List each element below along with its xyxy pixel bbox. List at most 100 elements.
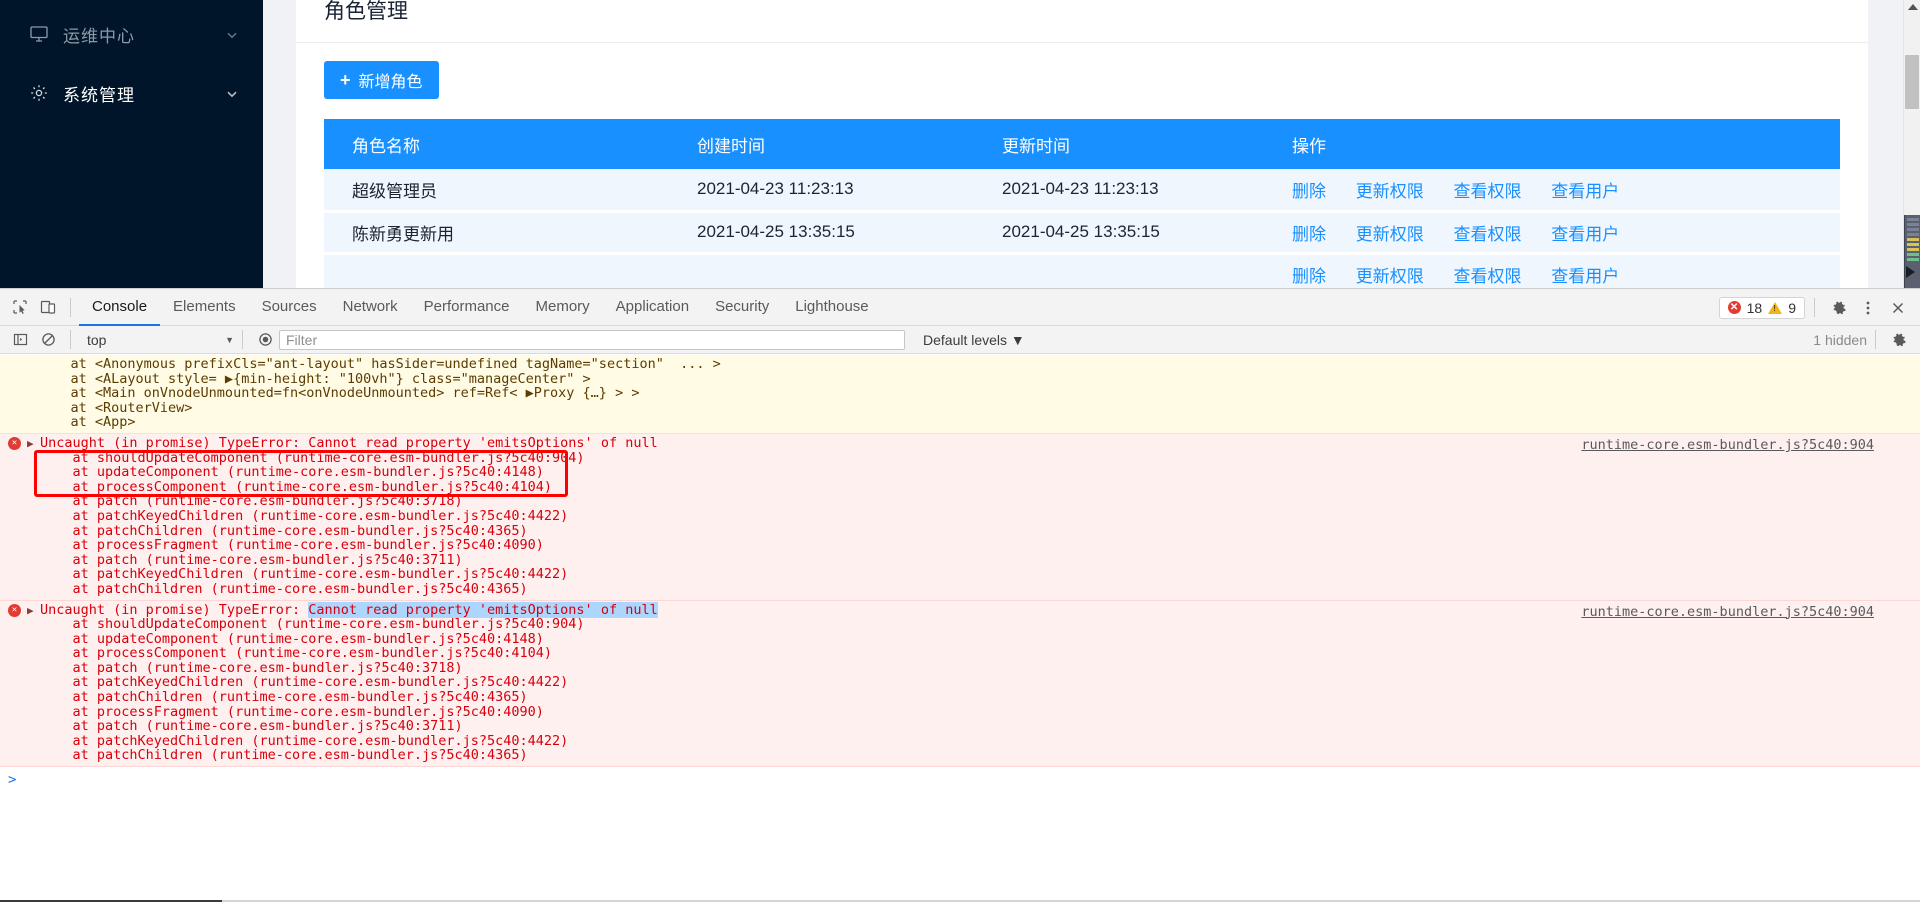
view-permission-link[interactable]: 查看权限 bbox=[1453, 225, 1521, 244]
table-header-row: 角色名称 创建时间 更新时间 操作 bbox=[324, 119, 1840, 169]
warning-stack-line: at <ALayout style= ▶{min-height: "100vh"… bbox=[38, 370, 591, 387]
role-management-card: 角色管理 + 新增角色 角色名称 创建时间 更新时间 操作 超级管理员 2021… bbox=[296, 0, 1868, 288]
error-stack-line: at patch (runtime-core.esm-bundler.js?5c… bbox=[40, 551, 463, 568]
error-stack-line: at processFragment (runtime-core.esm-bun… bbox=[40, 537, 544, 554]
delete-link[interactable]: 删除 bbox=[1292, 182, 1326, 201]
column-header-operations: 操作 bbox=[1264, 119, 1840, 169]
close-icon[interactable] bbox=[1884, 294, 1912, 322]
inspect-element-icon[interactable] bbox=[6, 293, 34, 321]
tab-network[interactable]: Network bbox=[330, 289, 411, 326]
error-source-link[interactable]: runtime-core.esm-bundler.js?5c40:904 bbox=[1581, 437, 1874, 453]
log-levels-selector[interactable]: Default levels ▼ bbox=[923, 332, 1025, 348]
view-permission-link[interactable]: 查看权限 bbox=[1453, 182, 1521, 201]
error-count: 18 bbox=[1746, 299, 1763, 316]
cell-created-time: 2021-04-25 13:35:15 bbox=[669, 211, 974, 255]
gear-icon[interactable] bbox=[1824, 294, 1852, 322]
scrollbar-thumb[interactable] bbox=[1905, 55, 1919, 109]
context-label: top bbox=[87, 331, 107, 348]
cell-role-name: 超级管理员 bbox=[324, 169, 669, 213]
delete-link[interactable]: 删除 bbox=[1292, 267, 1326, 286]
warning-icon bbox=[1768, 301, 1783, 314]
tab-console[interactable]: Console bbox=[79, 289, 161, 326]
device-toolbar-icon[interactable] bbox=[34, 293, 62, 321]
toolbar-divider bbox=[242, 330, 243, 349]
error-stack-line: at patchChildren (runtime-core.esm-bundl… bbox=[40, 747, 528, 764]
card-body: + 新增角色 角色名称 创建时间 更新时间 操作 超级管理员 2021-04-2… bbox=[296, 43, 1868, 288]
update-permission-link[interactable]: 更新权限 bbox=[1356, 225, 1424, 244]
error-stack-line: at patchChildren (runtime-core.esm-bundl… bbox=[40, 580, 528, 597]
cell-operations: 删除 更新权限 查看权限 查看用户 bbox=[1264, 211, 1840, 255]
monitor-icon bbox=[28, 23, 50, 45]
update-permission-link[interactable]: 更新权限 bbox=[1356, 182, 1424, 201]
view-users-link[interactable]: 查看用户 bbox=[1551, 225, 1619, 244]
cell-operations: 删除 更新权限 查看权限 查看用户 bbox=[1264, 169, 1840, 213]
console-settings-gear-icon[interactable] bbox=[1884, 326, 1912, 354]
table-row: 陈新勇更新用 2021-04-25 13:35:15 2021-04-25 13… bbox=[324, 211, 1840, 255]
cell-role-name: 陈新勇更新用 bbox=[324, 211, 669, 255]
column-header-role-name: 角色名称 bbox=[324, 119, 669, 169]
cell-updated-time: 2021-04-25 13:35:15 bbox=[974, 211, 1264, 255]
chevron-down-icon: ▼ bbox=[225, 334, 234, 345]
execution-context-selector[interactable]: top ▼ bbox=[79, 330, 234, 350]
delete-link[interactable]: 删除 bbox=[1292, 225, 1326, 244]
tab-elements[interactable]: Elements bbox=[160, 289, 249, 326]
page-title: 角色管理 bbox=[324, 0, 408, 23]
warning-stack-line: at <Main onVnodeUnmounted=fn<onVnodeUnmo… bbox=[38, 385, 640, 402]
sidebar-item-ops-center[interactable]: 运维中心 bbox=[0, 10, 263, 58]
view-users-link[interactable]: 查看用户 bbox=[1551, 267, 1619, 286]
clear-console-icon[interactable] bbox=[34, 326, 62, 354]
error-header: ✕ ▶ Uncaught (in promise) TypeError: Can… bbox=[0, 601, 1920, 764]
warning-stack-line: at <Anonymous prefixCls="ant-layout" has… bbox=[38, 356, 721, 372]
scroll-up-arrow-icon[interactable] bbox=[1908, 4, 1918, 10]
error-title-prefix: Uncaught (in promise) TypeError: bbox=[40, 434, 309, 451]
tab-sources[interactable]: Sources bbox=[249, 289, 330, 326]
error-stack-line: at processComponent (runtime-core.esm-bu… bbox=[40, 645, 553, 662]
chevron-down-icon bbox=[225, 86, 239, 100]
live-expression-eye-icon[interactable] bbox=[251, 326, 279, 354]
sidebar-item-label: 运维中心 bbox=[63, 26, 135, 46]
update-permission-link[interactable]: 更新权限 bbox=[1356, 267, 1424, 286]
view-permission-link[interactable]: 查看权限 bbox=[1453, 267, 1521, 286]
column-header-updated-time: 更新时间 bbox=[974, 119, 1264, 169]
devtools-panel: Console Elements Sources Network Perform… bbox=[0, 288, 1920, 902]
error-stack-line: at patchKeyedChildren (runtime-core.esm-… bbox=[40, 507, 569, 524]
toolbar-divider bbox=[70, 330, 71, 349]
error-stack-line: at patchKeyedChildren (runtime-core.esm-… bbox=[40, 674, 569, 691]
main-content: 角色管理 + 新增角色 角色名称 创建时间 更新时间 操作 超级管理员 2021… bbox=[263, 0, 1920, 288]
console-warning-message[interactable]: at <Anonymous prefixCls="ant-layout" has… bbox=[0, 355, 1920, 434]
console-filter-input[interactable] bbox=[279, 329, 905, 350]
error-stack-line: at shouldUpdateComponent (runtime-core.e… bbox=[40, 616, 585, 633]
toolbar-divider bbox=[70, 297, 71, 317]
console-error-message-2[interactable]: ✕ ▶ Uncaught (in promise) TypeError: Can… bbox=[0, 600, 1920, 768]
sidebar-item-system-management[interactable]: 系统管理 bbox=[0, 69, 263, 117]
error-stack-line: at processFragment (runtime-core.esm-bun… bbox=[40, 703, 544, 720]
tab-lighthouse[interactable]: Lighthouse bbox=[782, 289, 881, 326]
error-stack-line: at patchChildren (runtime-core.esm-bundl… bbox=[40, 522, 528, 539]
plus-icon: + bbox=[340, 70, 351, 90]
error-title-message: Cannot read property 'emitsOptions' of n… bbox=[308, 434, 658, 451]
expand-arrow-icon[interactable]: ▶ bbox=[27, 604, 36, 617]
error-title-prefix: Uncaught (in promise) TypeError: bbox=[40, 601, 309, 618]
error-source-link[interactable]: runtime-core.esm-bundler.js?5c40:904 bbox=[1581, 604, 1874, 620]
console-prompt[interactable]: > bbox=[0, 767, 1920, 803]
tab-memory[interactable]: Memory bbox=[523, 289, 603, 326]
tab-security[interactable]: Security bbox=[702, 289, 782, 326]
add-role-button[interactable]: + 新增角色 bbox=[324, 61, 439, 99]
cell-role-name bbox=[324, 253, 669, 288]
issue-counts[interactable]: ✕ 18 9 bbox=[1718, 296, 1805, 319]
error-header: ✕ ▶ Uncaught (in promise) TypeError: Can… bbox=[0, 436, 1920, 597]
error-stack-line: at patch (runtime-core.esm-bundler.js?5c… bbox=[40, 659, 463, 676]
expand-arrow-icon[interactable]: ▶ bbox=[27, 437, 36, 450]
devtools-tabbar: Console Elements Sources Network Perform… bbox=[0, 289, 1920, 326]
console-error-message-1[interactable]: ✕ ▶ Uncaught (in promise) TypeError: Can… bbox=[0, 433, 1920, 601]
tab-performance[interactable]: Performance bbox=[411, 289, 523, 326]
console-sidebar-toggle-icon[interactable] bbox=[6, 326, 34, 354]
minimap-bars bbox=[1907, 218, 1919, 263]
kebab-menu-icon[interactable] bbox=[1854, 294, 1882, 322]
view-users-link[interactable]: 查看用户 bbox=[1551, 182, 1619, 201]
tab-application[interactable]: Application bbox=[603, 289, 702, 326]
filter-bar-right: 1 hidden bbox=[1813, 326, 1912, 354]
screen: 运维中心 系统管理 角色管理 + 新增角色 角色名称 创建时间 更新时间 操作 … bbox=[0, 0, 1920, 902]
devtools-resize-handle[interactable] bbox=[1904, 215, 1920, 288]
gear-icon bbox=[28, 82, 50, 104]
